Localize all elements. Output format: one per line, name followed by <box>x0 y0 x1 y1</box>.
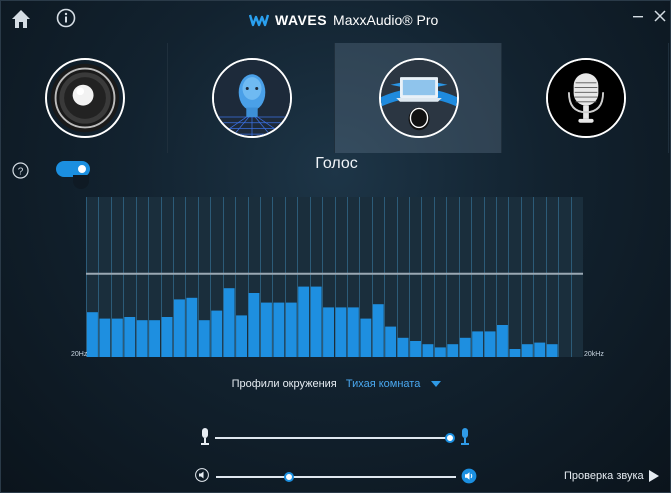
eq-bar <box>261 302 272 357</box>
eq-bar <box>410 341 421 357</box>
eq-bar <box>211 310 223 357</box>
eq-min-label: 20Hz <box>71 351 88 358</box>
play-icon[interactable] <box>648 469 660 483</box>
eq-bar <box>347 307 359 357</box>
eq-bar <box>434 347 446 357</box>
eq-bar <box>497 325 508 357</box>
sound-check-button[interactable]: Проверка звука <box>564 470 644 482</box>
microphone-level-slider[interactable] <box>215 437 451 439</box>
volume-slider[interactable] <box>216 476 456 478</box>
eq-max-label: 20kHz <box>584 351 604 358</box>
eq-bar <box>447 344 459 357</box>
tab-speaker[interactable] <box>1 43 168 153</box>
eq-bar <box>310 286 322 357</box>
head-icon <box>212 58 292 138</box>
eq-bar <box>99 318 111 357</box>
volume-high-icon[interactable] <box>461 468 477 484</box>
chevron-down-icon[interactable] <box>431 381 442 388</box>
eq-bar <box>174 299 185 357</box>
tab-microphone[interactable] <box>502 43 669 153</box>
eq-bar <box>136 320 148 357</box>
equalizer-svg <box>86 197 583 357</box>
laptop-user-icon <box>379 58 459 138</box>
eq-bar <box>87 312 98 357</box>
waves-maxxaudio-window: WAVES MaxxAudio® Pro ? Голос 20Hz 20kHz … <box>0 0 671 493</box>
eq-bar <box>149 320 160 357</box>
eq-bar <box>335 307 347 357</box>
environment-profile: Профили окружения Тихая комната <box>1 378 671 390</box>
eq-bar <box>422 344 434 357</box>
eq-bar <box>248 293 260 357</box>
eq-bar <box>459 337 471 357</box>
microphone-level-thumb[interactable] <box>445 433 455 443</box>
eq-bar <box>111 318 123 357</box>
info-icon[interactable] <box>56 8 76 28</box>
minimize-icon[interactable] <box>631 9 645 23</box>
mode-tabs <box>1 43 671 153</box>
eq-bar <box>223 288 235 357</box>
eq-bar <box>472 331 484 357</box>
tab-laptop-voice[interactable] <box>335 43 502 153</box>
eq-bar <box>323 307 334 357</box>
title-bar: WAVES MaxxAudio® Pro <box>1 1 671 39</box>
waves-logo-icon <box>249 14 269 27</box>
close-icon[interactable] <box>653 9 667 23</box>
home-icon[interactable] <box>9 7 33 31</box>
profile-label: Профили окружения <box>231 378 337 390</box>
brand: WAVES MaxxAudio® Pro <box>249 10 438 30</box>
eq-bar <box>484 331 496 357</box>
product-name: MaxxAudio® Pro <box>333 12 439 28</box>
eq-bar <box>285 302 297 357</box>
eq-bar <box>397 337 409 357</box>
equalizer-chart[interactable] <box>86 197 583 357</box>
microphone-high-icon <box>461 428 469 445</box>
eq-bar <box>546 344 558 357</box>
eq-bar <box>161 317 173 357</box>
eq-bar <box>521 344 533 357</box>
eq-bar <box>236 315 247 357</box>
microphone-icon <box>546 58 626 138</box>
brand-name: WAVES <box>275 12 328 28</box>
speaker-icon <box>45 58 125 138</box>
eq-bar <box>360 318 372 357</box>
toggle-shadow <box>73 175 89 189</box>
profile-dropdown[interactable]: Тихая комната <box>346 378 421 390</box>
eq-bar <box>186 297 198 357</box>
section-title: Голос <box>315 155 358 172</box>
eq-bar <box>198 320 210 357</box>
eq-bar <box>124 317 136 357</box>
eq-bar <box>372 304 384 357</box>
eq-bar <box>385 326 397 357</box>
eq-bar <box>534 342 546 357</box>
volume-low-icon[interactable] <box>195 468 209 482</box>
volume-thumb[interactable] <box>284 472 294 482</box>
eq-bar <box>298 286 310 357</box>
tab-head[interactable] <box>168 43 335 153</box>
microphone-low-icon <box>201 428 209 445</box>
eq-bar <box>509 349 521 357</box>
eq-bar <box>273 302 285 357</box>
